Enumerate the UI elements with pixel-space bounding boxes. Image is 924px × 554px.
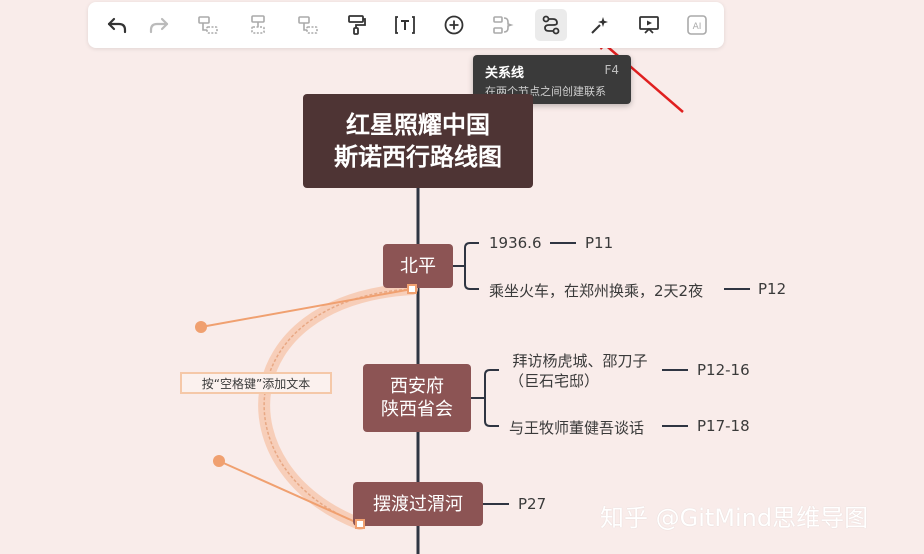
topic-label: 摆渡过渭河 [373,493,463,515]
watermark: 知乎 @GitMind思维导图 [600,504,869,532]
tooltip-title: 关系线 [485,66,525,81]
format-painter-icon [348,15,366,35]
page-ref[interactable]: P17-18 [697,417,750,435]
theme-magic-icon [591,17,608,34]
topic-node-beiping[interactable]: 北平 [383,244,453,288]
add-button[interactable] [438,9,470,41]
insert-child-icon [198,16,218,34]
text-icon [395,16,415,34]
topic-label-line1: 西安府 [390,376,444,397]
relationship-line-icon [542,15,560,35]
topic-node-duhe[interactable]: 摆渡过渭河 [353,482,483,526]
relationship-line-button[interactable] [535,9,567,41]
summary-icon [493,16,514,34]
page-ref[interactable]: P12 [758,280,786,298]
presentation-button[interactable] [633,9,665,41]
format-painter-button[interactable] [340,9,372,41]
undo-icon [107,17,127,34]
connector-lines [200,32,750,554]
relation-start-handle[interactable] [407,284,417,294]
ai-button[interactable]: AI [681,9,713,41]
root-title-line1: 红星照耀中国 [346,111,490,139]
subtopic-train[interactable]: 乘坐火车，在郑州换乘，2天2夜 [489,280,703,301]
page-ref[interactable]: P27 [518,495,546,513]
svg-text:AI: AI [693,22,702,32]
subtopic-visit[interactable]: 拜访杨虎城、邵刀子 （巨石宅邸） [505,351,655,391]
relation-end-handle[interactable] [355,519,365,529]
subtopic-talk[interactable]: 与王牧师董健吾谈话 [509,417,644,438]
subtopic-line1: 拜访杨虎城、邵刀子 [512,352,648,370]
page-ref[interactable]: P11 [585,234,613,252]
toolbar: AI [88,2,724,48]
ai-icon: AI [687,15,707,35]
subtopic-line2: （巨石宅邸） [509,372,600,390]
insert-sibling-icon [251,15,265,34]
text-button[interactable] [389,9,421,41]
subtopic-date[interactable]: 1936.6 [489,234,542,252]
page-ref[interactable]: P12-16 [697,361,750,379]
theme-magic-button[interactable] [584,9,616,41]
summary-button[interactable] [487,9,519,41]
topic-label: 北平 [400,255,436,277]
insert-parent-button[interactable] [292,9,324,41]
relation-control-point-2[interactable] [213,455,225,467]
relation-control-point-1[interactable] [195,321,207,333]
insert-sibling-button[interactable] [242,9,274,41]
root-node[interactable]: 红星照耀中国 斯诺西行路线图 [303,94,533,188]
insert-parent-icon [298,16,318,34]
mindmap-canvas[interactable]: AI 关系线 F4 在两个节点之间创建联系 红星照耀中国 斯诺西行路线图 北平 … [0,0,924,554]
redo-button[interactable] [143,9,175,41]
topic-node-xian[interactable]: 西安府 陕西省会 [363,364,471,432]
undo-button[interactable] [101,9,133,41]
presentation-icon [639,16,659,34]
add-icon [444,15,464,35]
insert-child-button[interactable] [192,9,224,41]
redo-icon [149,17,169,34]
topic-label-line2: 陕西省会 [381,399,453,420]
relation-text-placeholder[interactable]: 按“空格键”添加文本 [180,372,332,394]
root-title-line2: 斯诺西行路线图 [334,143,502,171]
tooltip-shortcut: F4 [604,63,619,77]
